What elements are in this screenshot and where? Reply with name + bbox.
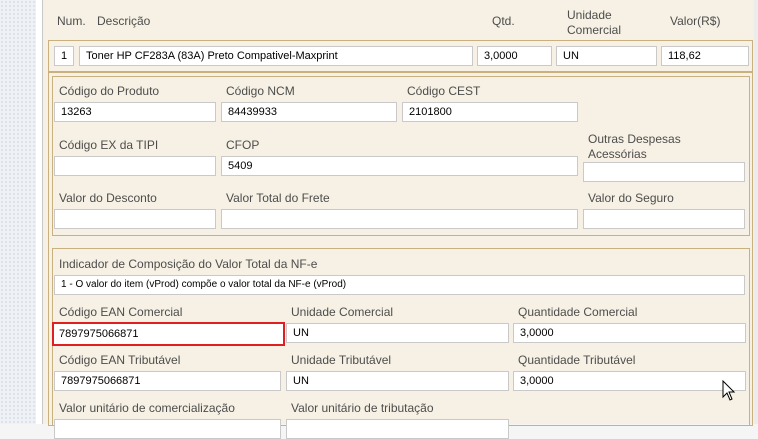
valor-unit-tributacao-field[interactable] — [286, 419, 509, 439]
valor-unit-tributacao-label: Valor unitário de tributação — [291, 401, 434, 415]
item-qtd-field[interactable]: 3,0000 — [477, 46, 552, 66]
codigo-cest-field[interactable]: 2101800 — [402, 102, 578, 122]
cfop-label: CFOP — [226, 138, 260, 152]
codigo-produto-label: Código do Produto — [59, 84, 160, 98]
ean-comercial-field[interactable]: 7897975066871 — [52, 322, 285, 346]
indicador-composicao-label: Indicador de Composição do Valor Total d… — [59, 257, 318, 271]
outras-despesas-label: Outras Despesas Acessórias — [588, 132, 681, 161]
quantidade-tributavel-field[interactable]: 3,0000 — [513, 371, 746, 391]
ean-tributavel-label: Código EAN Tributável — [59, 353, 181, 367]
header-num: Num. — [57, 14, 86, 28]
valor-frete-label: Valor Total do Frete — [226, 191, 330, 205]
item-num-field[interactable]: 1 — [54, 46, 74, 66]
quantidade-tributavel-label: Quantidade Tributável — [518, 353, 636, 367]
unidade-comercial-label: Unidade Comercial — [291, 305, 394, 319]
valor-desconto-field[interactable] — [54, 209, 216, 229]
cfop-field[interactable]: 5409 — [221, 156, 578, 176]
unidade-tributavel-label: Unidade Tributável — [291, 353, 392, 367]
left-background — [0, 0, 36, 424]
codigo-produto-field[interactable]: 13263 — [54, 102, 216, 122]
codigo-ncm-field[interactable]: 84439933 — [221, 102, 397, 122]
ean-comercial-label: Código EAN Comercial — [59, 305, 183, 319]
quantidade-comercial-label: Quantidade Comercial — [518, 305, 638, 319]
valor-unit-comercializacao-label: Valor unitário de comercialização — [59, 401, 235, 415]
unidade-comercial-field[interactable]: UN — [286, 323, 509, 343]
indicador-composicao-field[interactable]: 1 - O valor do item (vProd) compõe o val… — [54, 275, 745, 295]
item-valor-field[interactable]: 118,62 — [661, 46, 749, 66]
header-descricao: Descrição — [97, 14, 151, 28]
outras-despesas-field[interactable] — [583, 162, 745, 182]
header-valor: Valor(R$) — [670, 14, 721, 28]
header-qtd: Qtd. — [492, 14, 515, 28]
mouse-cursor-icon — [722, 380, 736, 401]
codigo-cest-label: Código CEST — [407, 84, 481, 98]
item-descricao-field[interactable]: Toner HP CF283A (83A) Preto Compativel-M… — [79, 46, 473, 66]
valor-frete-field[interactable] — [221, 209, 578, 229]
unidade-tributavel-field[interactable]: UN — [286, 371, 509, 391]
valor-desconto-label: Valor do Desconto — [59, 191, 157, 205]
quantidade-comercial-field[interactable]: 3,0000 — [513, 323, 746, 343]
header-unidade-comercial: Unidade Comercial — [567, 8, 622, 37]
item-unidade-field[interactable]: UN — [556, 46, 657, 66]
valor-unit-comercializacao-field[interactable] — [54, 419, 281, 439]
right-scroll-edge — [754, 0, 758, 424]
left-border — [36, 0, 43, 424]
codigo-ncm-label: Código NCM — [226, 84, 295, 98]
valor-seguro-field[interactable] — [583, 209, 745, 229]
codigo-ex-tipi-label: Código EX da TIPI — [59, 138, 159, 152]
valor-seguro-label: Valor do Seguro — [588, 191, 674, 205]
ean-tributavel-field[interactable]: 7897975066871 — [54, 371, 281, 391]
codigo-ex-tipi-field[interactable] — [54, 156, 216, 176]
